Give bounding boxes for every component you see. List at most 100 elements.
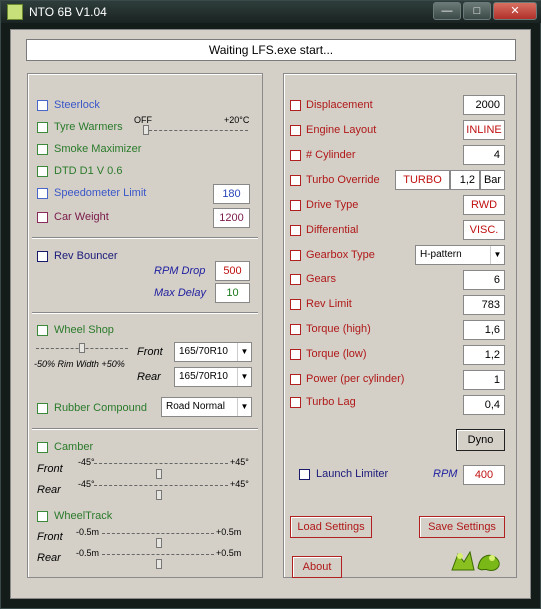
divider <box>32 312 258 314</box>
wheel-shop-checkbox[interactable] <box>37 325 48 336</box>
about-button[interactable]: About <box>292 556 342 578</box>
gears-label: Gears <box>306 273 336 285</box>
cylinder-checkbox[interactable] <box>290 150 301 161</box>
steerlock-label: Steerlock <box>54 99 100 111</box>
turbo-unit-label: Bar <box>480 170 505 190</box>
drive-type-value[interactable]: RWD <box>463 195 505 215</box>
cylinder-input[interactable]: 4 <box>463 145 505 165</box>
torque-low-input[interactable]: 1,2 <box>463 345 505 365</box>
left-panel: Steerlock Tyre Warmers OFF +20°C Smoke M… <box>27 73 263 578</box>
wheeltrack-front-label: Front <box>37 531 63 543</box>
differential-value[interactable]: VISC. <box>463 220 505 240</box>
rear-tyre-select[interactable]: 165/70R10 ▼ <box>174 367 252 387</box>
wheeltrack-rear-track <box>102 554 214 555</box>
rev-bouncer-checkbox[interactable] <box>37 251 48 262</box>
rev-limit-checkbox[interactable] <box>290 299 301 310</box>
gearbox-type-value: H-pattern <box>420 249 462 260</box>
divider <box>32 428 258 430</box>
car-weight-input[interactable]: 1200 <box>213 208 250 228</box>
car-weight-label: Car Weight <box>54 211 109 223</box>
wheeltrack-label: WheelTrack <box>54 510 113 522</box>
tyre-warmers-on-label: +20°C <box>224 115 250 125</box>
app-icon <box>7 4 23 20</box>
power-input[interactable]: 1 <box>463 370 505 390</box>
speedometer-limit-input[interactable]: 180 <box>213 184 250 204</box>
torque-high-label: Torque (high) <box>306 323 371 335</box>
rev-limit-input[interactable]: 783 <box>463 295 505 315</box>
dtd-checkbox[interactable] <box>37 166 48 177</box>
speedometer-limit-checkbox[interactable] <box>37 188 48 199</box>
front-tyre-select[interactable]: 165/70R10 ▼ <box>174 342 252 362</box>
turbo-override-label: Turbo Override <box>306 174 380 186</box>
wheeltrack-front-track <box>102 533 214 534</box>
speedometer-limit-label: Speedometer Limit <box>54 187 147 199</box>
dyno-button[interactable]: Dyno <box>456 429 505 451</box>
wheeltrack-rear-max: +0.5m <box>216 548 242 558</box>
minimize-button[interactable]: — <box>433 2 461 20</box>
torque-high-input[interactable]: 1,6 <box>463 320 505 340</box>
launch-limiter-label: Launch Limiter <box>316 468 389 480</box>
rim-width-slider[interactable] <box>79 343 85 353</box>
car-weight-checkbox[interactable] <box>37 212 48 223</box>
max-delay-input[interactable]: 10 <box>215 283 250 303</box>
camber-rear-slider[interactable] <box>156 490 162 500</box>
main-client-area: Waiting LFS.exe start... Steerlock Tyre … <box>10 29 531 599</box>
turbo-lag-checkbox[interactable] <box>290 397 301 408</box>
save-settings-button[interactable]: Save Settings <box>419 516 505 538</box>
turbo-type-value[interactable]: TURBO <box>395 170 450 190</box>
wheeltrack-front-slider[interactable] <box>156 538 162 548</box>
drive-type-checkbox[interactable] <box>290 200 301 211</box>
launch-rpm-input[interactable]: 400 <box>463 465 505 485</box>
displacement-label: Displacement <box>306 99 373 111</box>
rubber-compound-select[interactable]: Road Normal ▼ <box>161 397 252 417</box>
tyre-warmers-slider[interactable] <box>143 125 149 135</box>
launch-limiter-checkbox[interactable] <box>299 469 310 480</box>
engine-layout-value[interactable]: INLINE <box>463 120 505 140</box>
close-button[interactable]: ✕ <box>493 2 537 20</box>
tyre-warmers-label: Tyre Warmers <box>54 121 123 133</box>
smoke-maximizer-checkbox[interactable] <box>37 144 48 155</box>
tyre-warmers-track <box>144 130 248 131</box>
gearbox-type-select[interactable]: H-pattern ▼ <box>415 245 505 265</box>
load-settings-button[interactable]: Load Settings <box>290 516 372 538</box>
rubber-compound-checkbox[interactable] <box>37 403 48 414</box>
drive-type-label: Drive Type <box>306 199 359 211</box>
power-label: Power (per cylinder) <box>306 373 405 385</box>
torque-low-checkbox[interactable] <box>290 349 301 360</box>
engine-layout-checkbox[interactable] <box>290 125 301 136</box>
tyre-warmers-checkbox[interactable] <box>37 122 48 133</box>
turbo-override-checkbox[interactable] <box>290 175 301 186</box>
rev-bouncer-label: Rev Bouncer <box>54 250 118 262</box>
camber-front-min: -45° <box>78 457 95 467</box>
camber-rear-min: -45° <box>78 479 95 489</box>
rpm-drop-input[interactable]: 500 <box>215 261 250 281</box>
chevron-down-icon: ▼ <box>237 398 251 416</box>
front-tyre-value: 165/70R10 <box>179 346 228 357</box>
wheeltrack-rear-label: Rear <box>37 552 61 564</box>
steerlock-checkbox[interactable] <box>37 100 48 111</box>
camber-checkbox[interactable] <box>37 442 48 453</box>
smoke-maximizer-label: Smoke Maximizer <box>54 143 142 155</box>
gearbox-type-checkbox[interactable] <box>290 250 301 261</box>
chevron-down-icon: ▼ <box>490 246 504 264</box>
power-checkbox[interactable] <box>290 374 301 385</box>
wheeltrack-front-min: -0.5m <box>76 527 100 537</box>
wheeltrack-checkbox[interactable] <box>37 511 48 522</box>
turbo-lag-input[interactable]: 0,4 <box>463 395 505 415</box>
camber-front-slider[interactable] <box>156 469 162 479</box>
differential-checkbox[interactable] <box>290 225 301 236</box>
right-panel: Displacement 2000 Engine Layout INLINE #… <box>283 73 517 578</box>
maximize-button[interactable]: □ <box>463 2 491 20</box>
title-bar[interactable]: NTO 6B V1.04 — □ ✕ <box>1 1 541 23</box>
camber-rear-max: +45° <box>230 479 249 489</box>
launch-rpm-label: RPM <box>433 468 458 480</box>
gears-checkbox[interactable] <box>290 274 301 285</box>
turbo-bar-input[interactable]: 1,2 <box>450 170 480 190</box>
camber-rear-track <box>94 485 228 486</box>
gears-input[interactable]: 6 <box>463 270 505 290</box>
wheeltrack-rear-slider[interactable] <box>156 559 162 569</box>
displacement-checkbox[interactable] <box>290 100 301 111</box>
torque-high-checkbox[interactable] <box>290 324 301 335</box>
dtd-label: DTD D1 V 0.6 <box>54 165 123 177</box>
displacement-input[interactable]: 2000 <box>463 95 505 115</box>
